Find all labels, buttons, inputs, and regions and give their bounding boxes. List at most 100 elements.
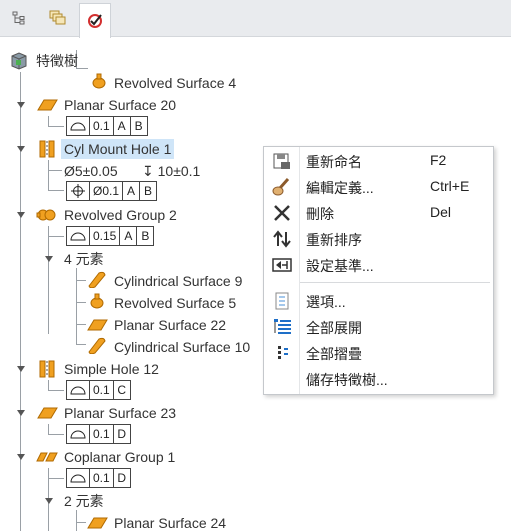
tree-item-planar-surface-20[interactable]: Planar Surface 20	[64, 96, 176, 114]
gdt-frame[interactable]: 0.1 D	[66, 424, 131, 444]
expand-all-icon	[274, 319, 291, 334]
hole-diameter-dimension[interactable]: Ø5±0.05	[64, 162, 118, 180]
collapse-arrow[interactable]	[45, 498, 53, 504]
tree-guide-line	[48, 424, 49, 434]
gdt-frame[interactable]: 0.1 C	[66, 380, 131, 400]
collapse-arrow[interactable]	[17, 410, 25, 416]
gdt-frame[interactable]: 0.15 A B	[66, 226, 155, 246]
set-datum-icon	[272, 258, 292, 272]
collapse-all-icon	[278, 346, 288, 359]
menu-item-rename[interactable]: 重新命名 F2	[264, 148, 493, 174]
tree-item-revolved-group-2[interactable]: Revolved Group 2	[64, 206, 177, 224]
collapse-arrow[interactable]	[17, 212, 25, 218]
panel-tab-bar	[0, 0, 511, 38]
gdt-tolerance: 0.15	[90, 227, 121, 245]
gdt-tolerance: 0.1	[90, 469, 114, 487]
menu-item-label: 全部展開	[306, 320, 362, 336]
menu-item-collapse-all[interactable]: 全部摺疊	[264, 340, 493, 366]
tree-item-cyl-mount-hole-1[interactable]: Cyl Mount Hole 1	[61, 139, 175, 159]
menu-item-shortcut: Ctrl+E	[430, 178, 470, 194]
menu-item-shortcut: Del	[430, 204, 452, 220]
tree-guide-line	[76, 510, 77, 531]
collapse-arrow[interactable]	[17, 146, 25, 152]
profile-of-surface-icon	[67, 425, 90, 443]
menu-item-edit-definition[interactable]: 編輯定義... Ctrl+E	[264, 174, 493, 200]
gdt-frame[interactable]: 0.1 D	[66, 468, 131, 488]
gdt-tolerance: 0.1	[90, 381, 114, 399]
tree-guide-line	[48, 126, 64, 127]
menu-item-label: 儲存特徵樹...	[306, 372, 388, 388]
tree-guide-line	[48, 434, 64, 435]
menu-item-label: 全部摺疊	[306, 346, 362, 362]
tree-item-revolved-surface-5[interactable]: Revolved Surface 5	[114, 294, 236, 312]
revolved-surface-icon	[90, 293, 104, 309]
group-element-count[interactable]: 2 元素	[64, 492, 104, 510]
tree-item-revolved-surface-4[interactable]: Revolved Surface 4	[114, 74, 236, 92]
planar-surface-icon	[87, 319, 108, 331]
tree-root-label[interactable]: 特徵樹	[36, 52, 78, 70]
menu-item-save-tree[interactable]: 儲存特徵樹...	[264, 366, 493, 392]
tree-item-simple-hole-12[interactable]: Simple Hole 12	[64, 360, 159, 378]
menu-item-expand-all[interactable]: 全部展開	[264, 314, 493, 340]
tree-guide-line	[48, 236, 64, 237]
profile-of-surface-icon	[67, 381, 90, 399]
profile-of-surface-icon	[67, 469, 90, 487]
tree-guide-line	[48, 190, 64, 191]
profile-of-surface-icon	[67, 227, 90, 245]
tree-item-planar-surface-22[interactable]: Planar Surface 22	[114, 316, 226, 334]
tree-guide-line	[48, 116, 49, 126]
planar-surface-icon	[37, 99, 58, 111]
menu-item-label: 重新排序	[306, 232, 362, 248]
hole-depth-dimension[interactable]: ↧ 10±0.1	[142, 162, 200, 180]
tree-item-planar-surface-23[interactable]: Planar Surface 23	[64, 404, 176, 422]
group-element-count[interactable]: 4 元素	[64, 250, 104, 268]
tree-item-planar-surface-24[interactable]: Planar Surface 24	[114, 514, 226, 532]
tree-guide-line	[76, 324, 86, 325]
gdt-datum: B	[141, 229, 150, 243]
menu-item-label: 編輯定義...	[306, 180, 374, 196]
profile-of-surface-icon	[67, 117, 90, 135]
gdt-datum: A	[114, 117, 131, 135]
hierarchy-icon	[12, 11, 25, 25]
gdt-tolerance: 0.1	[90, 425, 114, 443]
feature-check-tab[interactable]	[79, 3, 111, 38]
tree-item-cylindrical-surface-10[interactable]: Cylindrical Surface 10	[114, 338, 250, 356]
layers-tab[interactable]	[42, 3, 72, 33]
reorder-arrows-icon	[273, 230, 291, 248]
menu-item-label: 選項...	[306, 294, 346, 310]
revolved-surface-icon	[92, 73, 106, 89]
tree-guide-line	[48, 380, 49, 390]
revolved-group-icon	[36, 209, 56, 221]
tree-guide-line	[20, 72, 21, 531]
gdt-datum: C	[117, 383, 127, 397]
tree-item-coplanar-group-1[interactable]: Coplanar Group 1	[64, 448, 175, 466]
gdt-frame[interactable]: Ø0.1 A B	[66, 181, 158, 201]
hole-icon	[39, 140, 55, 158]
menu-item-set-datum[interactable]: 設定基準...	[264, 252, 493, 278]
part-cube-icon	[11, 52, 27, 70]
collapse-arrow[interactable]	[17, 102, 25, 108]
collapse-arrow[interactable]	[17, 454, 25, 460]
gdt-tolerance: 0.1	[90, 117, 114, 135]
hole-icon	[39, 360, 55, 378]
layers-icon	[49, 10, 66, 25]
gdt-datum: A	[120, 227, 138, 245]
planar-surface-icon	[37, 407, 58, 419]
collapse-arrow[interactable]	[17, 366, 25, 372]
gdt-frame[interactable]: 0.1 A B	[66, 116, 148, 136]
menu-item-options[interactable]: 選項...	[264, 288, 493, 314]
gdt-datum: A	[123, 182, 141, 200]
tree-guide-line	[76, 522, 86, 523]
menu-separator	[300, 282, 490, 283]
tree-guide-line	[76, 302, 86, 303]
tree-guide-line	[48, 226, 49, 334]
collapse-arrow[interactable]	[45, 256, 53, 262]
tree-guide-line	[48, 160, 49, 190]
menu-item-reorder[interactable]: 重新排序	[264, 226, 493, 252]
gdt-datum: B	[144, 184, 153, 198]
tree-guide-line	[48, 390, 64, 391]
menu-item-delete[interactable]: 刪除 Del	[264, 200, 493, 226]
planar-surface-icon	[87, 517, 108, 529]
model-tree-tab[interactable]	[4, 3, 34, 33]
tree-item-cylindrical-surface-9[interactable]: Cylindrical Surface 9	[114, 272, 242, 290]
